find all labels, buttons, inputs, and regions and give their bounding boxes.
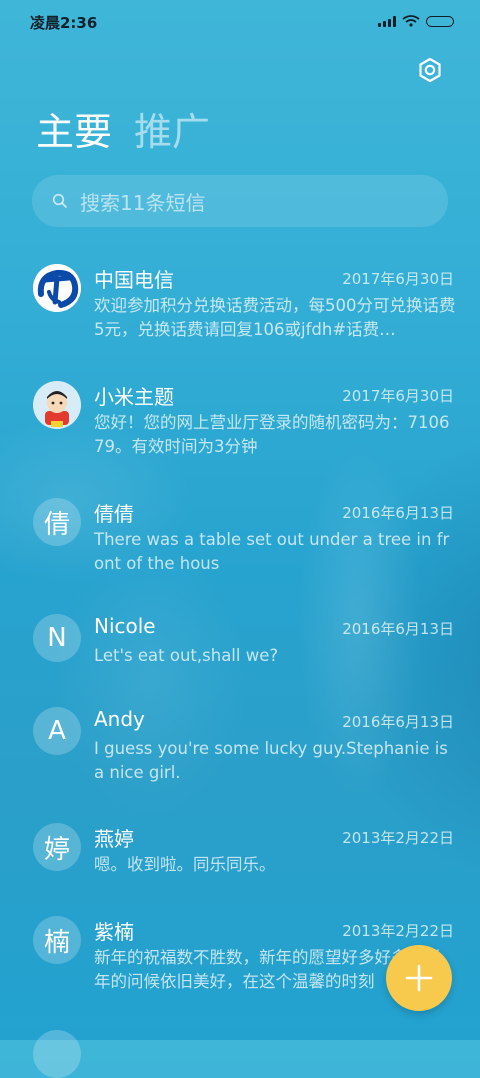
message-preview: Let's eat out,shall we? (94, 646, 279, 665)
contact-name: 中国电信 (94, 268, 174, 292)
contact-avatar: 楠 (33, 916, 81, 964)
message-preview: I guess you're some lucky guy.Stephanie … (94, 739, 448, 782)
message-date: 2016年6月13日 (342, 504, 454, 522)
contact-name: 倩倩 (94, 502, 134, 526)
settings-button[interactable] (414, 54, 446, 86)
contact-name: Andy (94, 707, 145, 731)
search-icon (52, 193, 67, 208)
wifi-icon (402, 15, 420, 27)
status-bar: 凌晨2:36 (0, 0, 480, 42)
gear-icon (419, 57, 441, 83)
contact-avatar (33, 1030, 81, 1078)
contact-name: Nicole (94, 614, 156, 638)
cartoon-avatar-icon (33, 381, 81, 429)
message-preview: 嗯。收到啦。同乐同乐。 (94, 855, 276, 874)
contact-avatar: N (33, 614, 81, 662)
tab-promotion[interactable]: 推广 (134, 108, 210, 156)
battery-icon (426, 15, 454, 27)
message-preview: There was a table set out under a tree i… (94, 530, 450, 573)
message-date: 2013年2月22日 (342, 922, 454, 940)
message-date: 2013年2月22日 (342, 829, 454, 847)
contact-name: 燕婷 (94, 827, 134, 851)
tab-bar: 主要 推广 (36, 108, 210, 156)
message-date: 2016年6月13日 (342, 620, 454, 638)
search-input[interactable]: 搜索11条短信 (80, 187, 205, 216)
message-preview: 您好！您的网上营业厅登录的随机密码为：710679。有效时间为3分钟 (94, 413, 450, 456)
contact-avatar: 倩 (33, 498, 81, 546)
message-date: 2016年6月13日 (342, 713, 454, 731)
status-time: 凌晨2:36 (30, 14, 98, 32)
contact-avatar: A (33, 707, 81, 755)
message-date: 2017年6月30日 (342, 270, 454, 288)
signal-icon (378, 15, 396, 27)
contact-avatar: 婷 (33, 823, 81, 871)
status-icons (378, 12, 454, 30)
search-bar[interactable]: 搜索11条短信 (32, 175, 448, 227)
compose-button[interactable] (386, 945, 452, 1011)
contact-name: 紫楠 (94, 920, 134, 944)
contact-name: 小米主题 (94, 385, 174, 409)
message-preview: 欢迎参加积分兑换话费活动，每500分可兑换话费5元，兑换话费请回复106或jfd… (94, 296, 456, 339)
tab-main[interactable]: 主要 (36, 108, 112, 156)
china-telecom-logo-icon (33, 264, 81, 312)
plus-icon (405, 964, 433, 992)
message-date: 2017年6月30日 (342, 387, 454, 405)
